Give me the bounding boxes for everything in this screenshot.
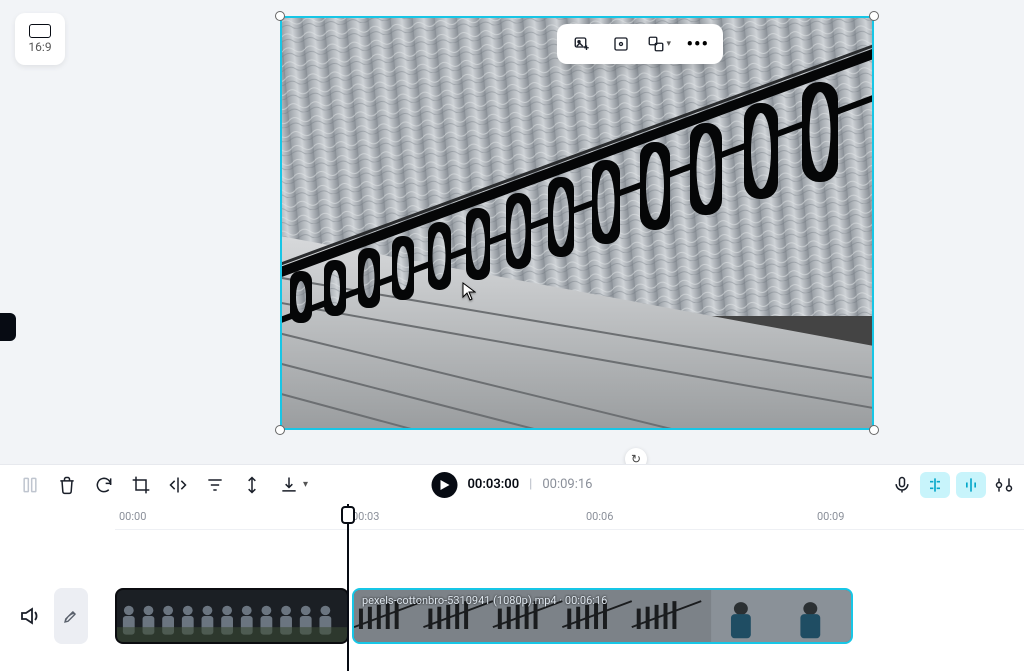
add-media-button[interactable] [568, 30, 596, 58]
total-time: 00:09:16 [542, 477, 592, 492]
timeline-panel: 00:00 00:03 00:06 00:09 [0, 504, 1024, 671]
resize-handle-bl[interactable] [275, 425, 285, 435]
fit-height-button[interactable] [240, 473, 264, 497]
preview-image [280, 16, 874, 430]
video-track: pexels-cottonbro-5310941 (1080p).mp4 · 0… [0, 588, 1024, 644]
left-panel-toggle[interactable] [0, 313, 16, 341]
focus-crop-button[interactable] [607, 30, 635, 58]
ruler-tick: 00:03 [352, 510, 379, 523]
aspect-ratio-button[interactable]: 16:9 [15, 13, 65, 65]
current-time: 00:03:00 [468, 477, 520, 492]
more-options-button[interactable]: ••• [684, 30, 712, 58]
timeline-clip-2-selected[interactable]: pexels-cottonbro-5310941 (1080p).mp4 · 0… [352, 588, 853, 644]
mouse-cursor [462, 282, 476, 306]
timeline-clip-1[interactable] [115, 588, 349, 644]
download-caret-icon[interactable]: ▾ [303, 479, 308, 490]
download-button[interactable] [277, 473, 301, 497]
magnetic-snap-toggle[interactable] [920, 472, 950, 498]
time-ruler[interactable]: 00:00 00:03 00:06 00:09 [115, 504, 1024, 530]
clip-thumbnails [117, 590, 347, 642]
aspect-ratio-label: 16:9 [28, 40, 51, 54]
rotate-button[interactable] [92, 473, 116, 497]
compose-button[interactable]: ▾ [645, 30, 673, 58]
delete-button[interactable] [55, 473, 79, 497]
playhead[interactable] [347, 504, 349, 671]
resize-handle-br[interactable] [869, 425, 879, 435]
waveform-toggle[interactable] [956, 472, 986, 498]
flip-button[interactable] [166, 473, 190, 497]
ruler-tick: 00:09 [817, 510, 844, 523]
ruler-tick: 00:06 [586, 510, 613, 523]
play-button[interactable] [432, 472, 458, 498]
playhead-knob[interactable] [341, 506, 355, 524]
time-separator: | [529, 477, 532, 492]
playback-toolbar: ▾ 00:03:00 | 00:09:16 [0, 464, 1024, 504]
track-audio-toggle[interactable] [18, 604, 42, 628]
chevron-down-icon: ▾ [666, 39, 671, 49]
canvas-floating-toolbar: ▾ ••• [557, 24, 723, 64]
timeline-settings-button[interactable] [992, 473, 1016, 497]
filters-button[interactable] [203, 473, 227, 497]
ruler-tick: 00:00 [119, 510, 146, 523]
resize-handle-tl[interactable] [275, 11, 285, 21]
track-edit-button[interactable] [54, 588, 88, 644]
microphone-button[interactable] [890, 473, 914, 497]
split-clip-button[interactable] [18, 473, 42, 497]
crop-button[interactable] [129, 473, 153, 497]
resize-handle-tr[interactable] [869, 11, 879, 21]
preview-canvas[interactable] [280, 16, 874, 430]
aspect-rect-icon [29, 24, 51, 38]
clip-label: pexels-cottonbro-5310941 (1080p).mp4 · 0… [362, 594, 607, 607]
